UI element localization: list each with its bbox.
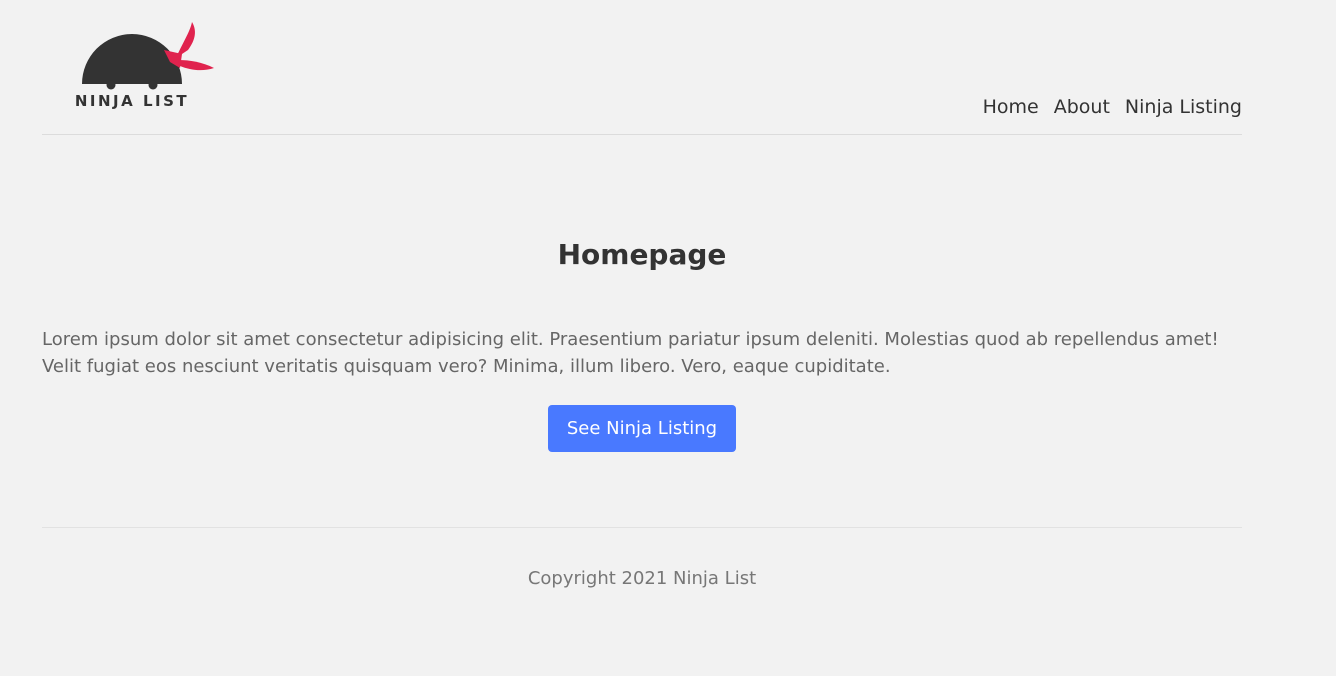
- intro-paragraph: Lorem ipsum dolor sit amet consectetur a…: [42, 329, 1219, 377]
- see-ninja-listing-button[interactable]: See Ninja Listing: [548, 405, 736, 452]
- ninja-list-logo[interactable]: NINJA LIST: [64, 18, 216, 110]
- copyright-text: Copyright 2021 Ninja List: [527, 568, 757, 589]
- nav-item-home[interactable]: Home: [983, 94, 1039, 120]
- footer-divider: [42, 527, 1242, 528]
- logo-text: NINJA LIST: [75, 92, 189, 110]
- ninja-logo-icon: NINJA LIST: [75, 22, 214, 110]
- site-header: NINJA LIST Home About Ninja Listing: [42, 0, 1242, 135]
- page: NINJA LIST Home About Ninja Listing Home…: [0, 0, 1336, 676]
- page-title: Homepage: [557, 238, 727, 271]
- nav-item-about[interactable]: About: [1054, 94, 1110, 120]
- nav-item-ninja-listing[interactable]: Ninja Listing: [1125, 94, 1242, 120]
- main-nav: Home About Ninja Listing: [983, 94, 1242, 120]
